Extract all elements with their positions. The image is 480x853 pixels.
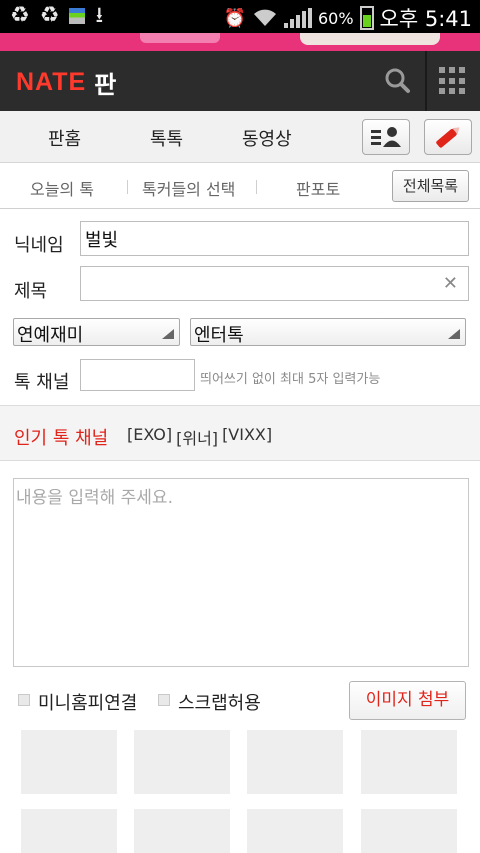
image-slot[interactable] — [247, 809, 343, 853]
recycle-icon: ♻ — [10, 3, 30, 28]
nickname-field[interactable]: 벌빛 — [80, 221, 469, 256]
minihompy-checkbox[interactable] — [18, 694, 30, 706]
battery-percent: 60% — [317, 8, 354, 28]
app-menu-button[interactable] — [439, 67, 467, 95]
popular-channel-list: [EXO] [위너] [VIXX] — [127, 425, 272, 449]
content-textarea[interactable]: 내용을 입력해 주세요. — [13, 478, 469, 667]
channel-field[interactable] — [80, 359, 195, 391]
sub-navigation: 오늘의 톡 톡커들의 선택 판포토 전체목록 — [0, 163, 480, 209]
popular-channels-label: 인기 톡 채널 — [14, 428, 109, 449]
popular-channels: 인기 톡 채널 [EXO] [위너] [VIXX] — [0, 405, 480, 461]
header-divider — [425, 51, 427, 111]
channel-tag[interactable]: [위너] — [176, 425, 218, 449]
logo-brand: NATE — [16, 68, 87, 96]
status-clock: 오후 5:41 — [379, 7, 472, 31]
image-slot[interactable] — [361, 730, 457, 794]
pencil-icon — [436, 127, 460, 148]
subnav-separator — [127, 180, 128, 194]
tab-toktok[interactable]: 톡톡 — [150, 125, 183, 151]
category-select[interactable]: 연예재미 — [13, 318, 180, 346]
nate-logo[interactable]: NATE 판 — [16, 65, 116, 100]
subnav-talker-choice[interactable]: 톡커들의 선택 — [142, 176, 235, 200]
tab-video[interactable]: 동영상 — [242, 125, 292, 151]
subcategory-value: 엔터톡 — [194, 325, 244, 346]
subnav-today-talk[interactable]: 오늘의 톡 — [30, 176, 94, 200]
title-field[interactable]: ✕ — [80, 266, 469, 301]
search-button[interactable] — [380, 63, 416, 99]
download-icon: ⭳ — [95, 3, 104, 28]
subnav-separator — [256, 180, 257, 194]
clear-icon[interactable]: ✕ — [443, 273, 458, 294]
tab-bar: 판홈 톡톡 동영상 — [0, 111, 480, 163]
alarm-icon: ⏰ — [223, 7, 246, 29]
wifi-icon — [253, 9, 276, 26]
nickname-value: 벌빛 — [85, 230, 119, 251]
subnav-pan-photo[interactable]: 판포토 — [296, 176, 340, 200]
battery-icon — [359, 6, 374, 30]
channel-tag[interactable]: [VIXX] — [222, 425, 272, 449]
write-button[interactable] — [424, 119, 472, 155]
recycle-icon: ♻ — [39, 3, 60, 28]
tab-pan-home[interactable]: 판홈 — [48, 125, 81, 151]
channel-tag[interactable]: [EXO] — [127, 425, 172, 449]
ad-graphic — [140, 33, 220, 43]
attach-image-button[interactable]: 이미지 첨부 — [349, 681, 466, 720]
storage-icon — [69, 8, 86, 24]
logo-title: 판 — [94, 71, 117, 99]
category-value: 연예재미 — [17, 325, 84, 346]
subcategory-select[interactable]: 엔터톡 — [190, 318, 466, 346]
image-slot[interactable] — [361, 809, 457, 853]
title-label: 제목 — [14, 281, 48, 302]
status-bar: ♻ ♻ ⭳ ⏰ 60% 오후 5:41 — [0, 0, 480, 33]
all-list-button[interactable]: 전체목록 — [392, 170, 469, 202]
image-slot[interactable] — [21, 730, 117, 794]
profile-list-icon — [371, 127, 401, 147]
channel-hint: 띄어쓰기 없이 최대 5자 입력가능 — [200, 372, 381, 387]
dropdown-arrow-icon — [162, 329, 174, 339]
content-placeholder: 내용을 입력해 주세요. — [16, 488, 173, 508]
scrap-checkbox[interactable] — [158, 694, 170, 706]
status-system-icons: ⏰ 60% 오후 5:41 — [224, 3, 472, 33]
scrap-label[interactable]: 스크랩허용 — [178, 689, 261, 715]
ad-banner[interactable] — [0, 33, 480, 51]
nickname-label: 닉네임 — [14, 235, 64, 256]
signal-icon — [283, 8, 312, 28]
minihompy-label[interactable]: 미니홈피연결 — [38, 689, 137, 715]
image-slot[interactable] — [134, 730, 230, 794]
my-list-button[interactable] — [362, 119, 410, 155]
status-notification-icons: ♻ ♻ ⭳ — [10, 4, 103, 28]
image-slot[interactable] — [134, 809, 230, 853]
search-icon — [385, 68, 410, 93]
image-slot[interactable] — [21, 809, 117, 853]
ad-graphic — [300, 33, 440, 45]
dropdown-arrow-icon — [448, 329, 460, 339]
app-header: NATE 판 — [0, 51, 480, 111]
channel-label: 톡 채널 — [14, 372, 70, 393]
image-slot[interactable] — [247, 730, 343, 794]
